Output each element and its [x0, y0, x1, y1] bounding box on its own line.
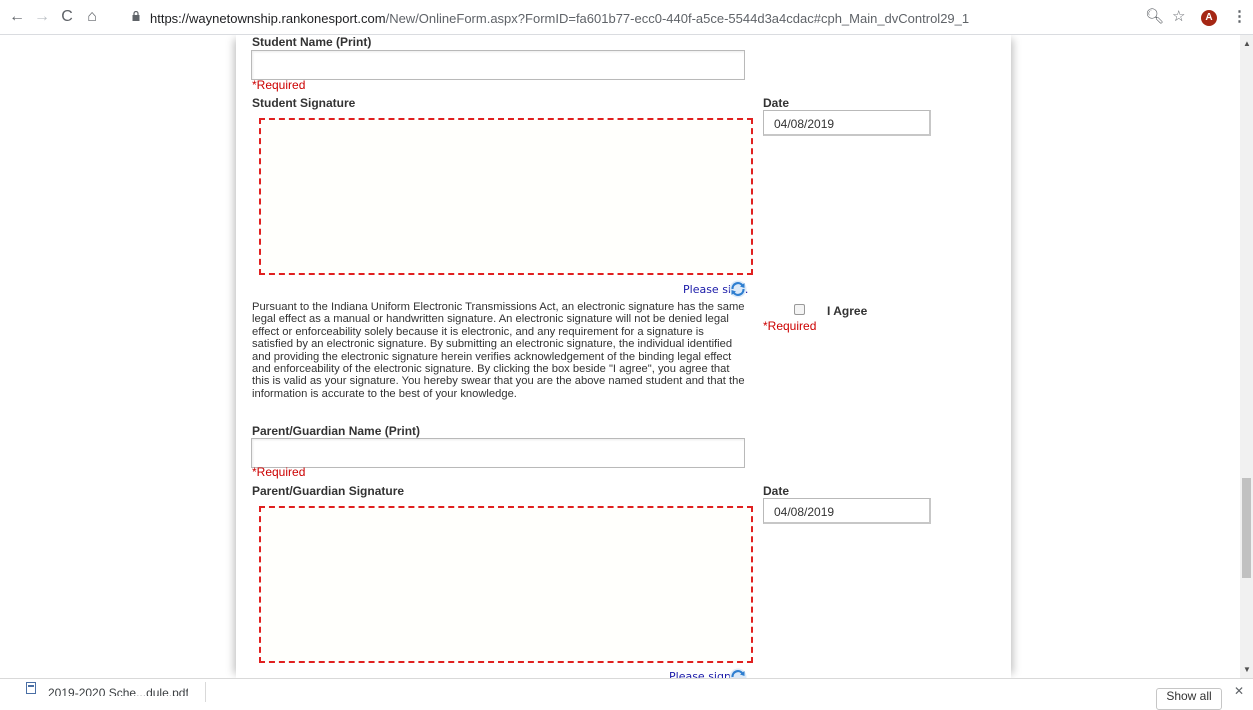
show-all-button[interactable]: Show all — [1156, 688, 1222, 710]
parent-date-field[interactable]: 04/08/2019 — [763, 498, 931, 524]
file-icon[interactable] — [26, 682, 36, 694]
student-signature-pad[interactable] — [259, 118, 753, 275]
parent-refresh-icon[interactable] — [729, 668, 747, 678]
student-refresh-icon[interactable] — [729, 280, 747, 298]
student-name-input[interactable] — [251, 50, 745, 80]
lock-icon — [132, 11, 140, 21]
vertical-scrollbar[interactable]: ▲ ▼ — [1240, 35, 1253, 678]
student-date-field[interactable]: 04/08/2019 — [763, 110, 931, 136]
downloads-divider — [205, 682, 206, 702]
star-icon[interactable]: ☆ — [1172, 8, 1185, 26]
parent-signature-label: Parent/Guardian Signature — [252, 484, 405, 498]
page-viewport: Student Name (Print) *Required Student S… — [0, 35, 1240, 678]
back-icon[interactable]: ← — [8, 8, 26, 26]
close-downloads-icon[interactable]: ✕ — [1234, 684, 1244, 698]
forward-icon[interactable]: → — [33, 8, 51, 26]
url-path: /New/OnlineForm.aspx?FormID=fa601b77-ecc… — [385, 11, 970, 26]
home-icon[interactable]: ⌂ — [83, 8, 101, 26]
i-agree-label: I Agree — [827, 304, 868, 318]
parent-please-sign: Please sign. — [669, 670, 735, 678]
scrollbar-thumb[interactable] — [1242, 478, 1251, 578]
student-date-label: Date — [763, 96, 790, 110]
downloads-bar: 2019-2020 Sche...dule.pdf Show all ✕ — [0, 678, 1253, 710]
student-signature-label: Student Signature — [252, 96, 356, 110]
i-agree-checkbox[interactable] — [794, 304, 805, 315]
reload-icon[interactable]: C — [58, 8, 76, 26]
download-item-name[interactable]: 2019-2020 Sche...dule.pdf — [48, 686, 188, 696]
menu-icon[interactable]: ⋮ — [1232, 8, 1247, 26]
zoom-icon[interactable]: 🔍︎ — [1145, 8, 1164, 26]
parent-date-label: Date — [763, 484, 790, 498]
i-agree-required: *Required — [763, 319, 817, 333]
scroll-up-icon[interactable]: ▲ — [1243, 39, 1251, 48]
address-bar[interactable]: https://waynetownship.rankonesport.com/N… — [150, 11, 969, 26]
parent-name-required: *Required — [252, 465, 306, 479]
student-name-label: Student Name (Print) — [252, 35, 372, 49]
avatar[interactable]: A — [1201, 10, 1217, 26]
scroll-down-icon[interactable]: ▼ — [1243, 665, 1251, 674]
parent-name-label: Parent/Guardian Name (Print) — [252, 424, 421, 438]
parent-signature-pad[interactable] — [259, 506, 753, 663]
url-host: https://waynetownship.rankonesport.com — [150, 11, 386, 26]
browser-toolbar: ← → C ⌂ https://waynetownship.rankonespo… — [0, 0, 1253, 35]
legal-text: Pursuant to the Indiana Uniform Electron… — [252, 301, 745, 400]
student-name-required: *Required — [252, 78, 306, 92]
parent-name-input[interactable] — [251, 438, 745, 468]
